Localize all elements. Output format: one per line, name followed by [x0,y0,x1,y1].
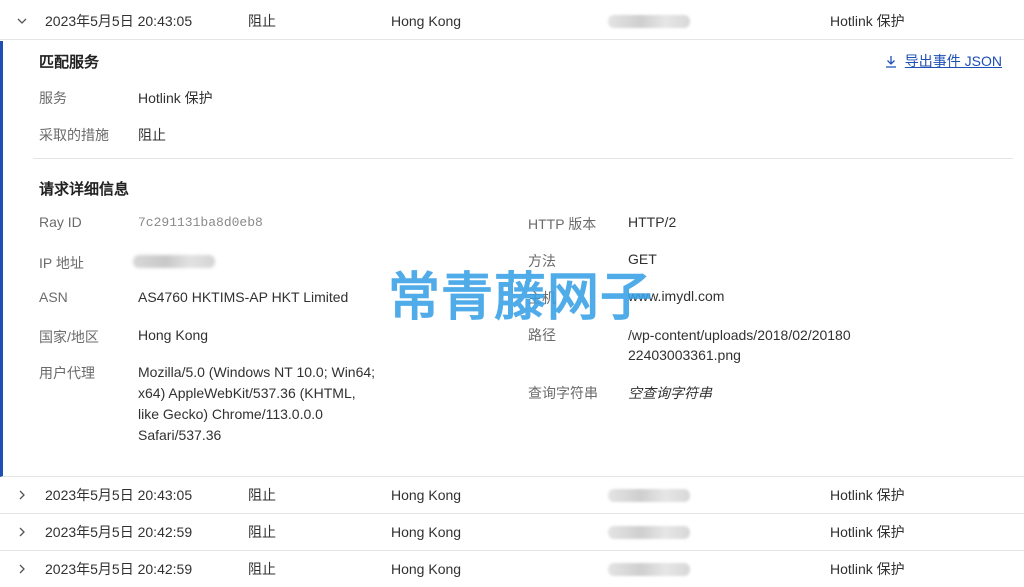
event-ip-redacted [608,562,690,576]
event-row[interactable]: 2023年5月5日 20:43:05 阻止 Hong Kong Hotlink … [0,477,1024,514]
event-row[interactable]: 2023年5月5日 20:42:59 阻止 Hong Kong Hotlink … [0,514,1024,551]
event-ip-redacted [608,525,690,539]
user-agent-line: like Gecko) Chrome/113.0.0.0 [138,406,323,422]
export-json-link[interactable]: 导出事件 JSON [885,51,1002,71]
download-icon [885,55,896,68]
path-value: /wp-content/uploads/2018/02/20180 224030… [628,325,898,365]
event-service: Hotlink 保护 [830,13,905,29]
event-ip-redacted [608,488,690,502]
event-country: Hong Kong [391,13,462,29]
action-taken-value: 阻止 [138,127,166,143]
event-service: Hotlink 保护 [830,561,905,577]
query-string-label: 查询字符串 [528,385,598,401]
event-date: 2023年5月5日 20:42:59 [45,524,193,540]
event-service: Hotlink 保护 [830,487,905,503]
event-row-expanded[interactable]: 2023年5月5日 20:43:05 阻止 Hong Kong Hotlink … [0,3,1024,40]
event-service: Hotlink 保护 [830,524,905,540]
country-label: 国家/地区 [39,329,99,345]
service-label: 服务 [39,90,67,106]
event-row[interactable]: 2023年5月5日 20:42:59 阻止 Hong Kong Hotlink … [0,551,1024,587]
chevron-down-icon[interactable] [17,16,27,26]
query-string-value: 空查询字符串 [628,385,712,401]
asn-label: ASN [39,289,68,305]
service-value: Hotlink 保护 [138,90,213,106]
section-divider [33,158,1013,159]
export-json-label: 导出事件 JSON [904,53,1002,69]
event-date: 2023年5月5日 20:43:05 [45,13,193,29]
user-agent-label: 用户代理 [39,365,95,381]
event-date: 2023年5月5日 20:43:05 [45,487,193,503]
http-version-label: HTTP 版本 [528,216,597,232]
user-agent-line: Safari/537.36 [138,427,222,443]
event-date: 2023年5月5日 20:42:59 [45,561,193,577]
event-country: Hong Kong [391,487,462,503]
event-action: 阻止 [248,487,276,503]
ip-address-label: IP 地址 [39,255,84,271]
ray-id-label: Ray ID [39,214,82,230]
asn-value: AS4760 HKTIMS-AP HKT Limited [138,289,349,305]
chevron-right-icon[interactable] [17,564,27,574]
user-agent-value: Mozilla/5.0 (Windows NT 10.0; Win64; x64… [138,362,408,446]
event-country: Hong Kong [391,524,462,540]
ip-address-redacted [133,255,215,268]
ray-id-value: 7c291131ba8d0eb8 [138,215,263,230]
http-version-value: HTTP/2 [628,214,677,230]
user-agent-line: Mozilla/5.0 (Windows NT 10.0; Win64; [138,364,376,380]
chevron-right-icon[interactable] [17,490,27,500]
watermark: 常青藤网子 [388,268,654,328]
event-action: 阻止 [248,13,276,29]
event-action: 阻止 [248,524,276,540]
country-value: Hong Kong [138,327,209,343]
path-line: /wp-content/uploads/2018/02/20180 [628,327,851,343]
user-agent-line: x64) AppleWebKit/537.36 (KHTML, [138,385,356,401]
event-country: Hong Kong [391,561,462,577]
action-taken-label: 采取的措施 [39,127,109,143]
event-action: 阻止 [248,561,276,577]
chevron-right-icon[interactable] [17,527,27,537]
request-details-title: 请求详细信息 [39,181,130,198]
path-line: 22403003361.png [628,347,741,363]
event-ip-redacted [608,14,690,28]
matched-service-title: 匹配服务 [39,54,100,71]
